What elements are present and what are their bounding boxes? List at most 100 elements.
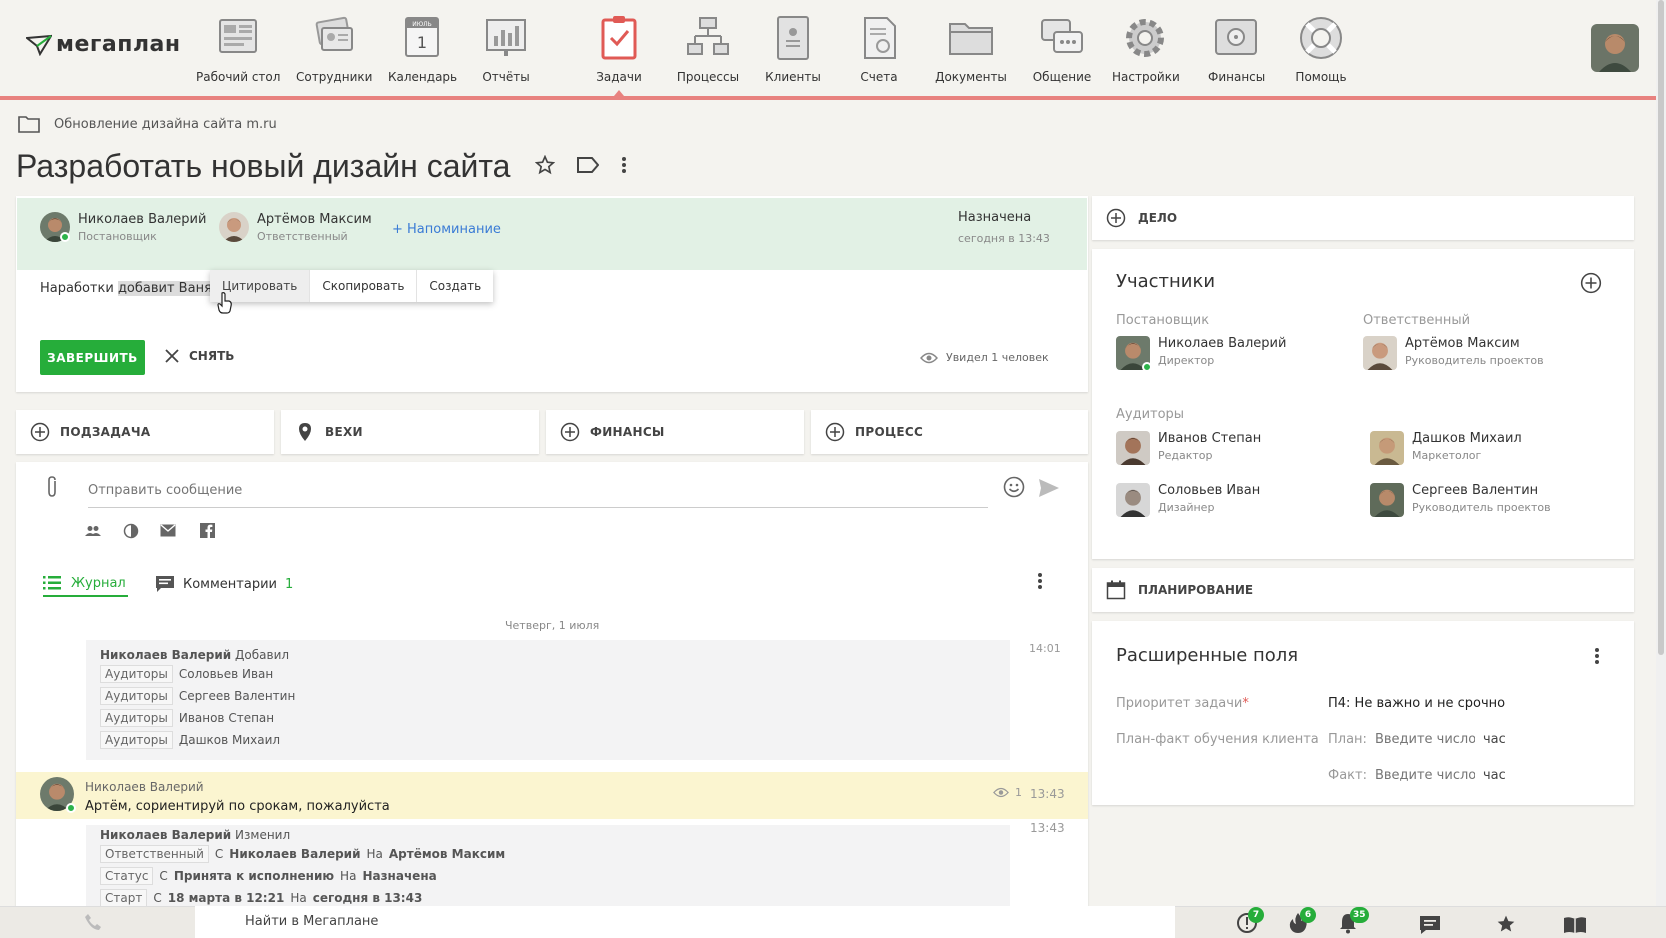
- nav-label: Календарь: [388, 70, 458, 84]
- facebook-icon[interactable]: [200, 523, 215, 538]
- scrollbar-thumb[interactable]: [1658, 0, 1664, 655]
- nav-clients[interactable]: Клиенты: [763, 14, 823, 84]
- group-icon[interactable]: [85, 525, 101, 537]
- nav-label: Задачи: [596, 70, 642, 84]
- messages-icon[interactable]: [1419, 915, 1441, 935]
- fact-input[interactable]: [1374, 768, 1475, 783]
- comment-text: Артём, сориентируй по срокам, пожалуйста: [85, 799, 390, 814]
- remove-task-button[interactable]: СНЯТЬ: [165, 349, 234, 363]
- finance-tile[interactable]: ФИНАНСЫ: [546, 410, 804, 454]
- comment-time: 13:43: [1030, 787, 1065, 802]
- process-tile[interactable]: ПРОЦЕСС: [811, 410, 1088, 454]
- entry-author[interactable]: Николаев Валерий: [100, 828, 231, 842]
- setter-label: Постановщик: [1116, 313, 1210, 328]
- nav-documents[interactable]: Документы: [935, 14, 1007, 84]
- logo[interactable]: мегаплан: [26, 32, 181, 57]
- calendar-month: ИЮЛЬ: [412, 21, 432, 28]
- user-avatar[interactable]: [1591, 24, 1639, 72]
- plan-input[interactable]: [1374, 732, 1475, 747]
- nav-invoices[interactable]: Счета: [853, 14, 905, 84]
- favorites-star-icon[interactable]: [1496, 914, 1516, 934]
- auditor[interactable]: Сергеев Валентин Руководитель проектов: [1370, 483, 1551, 517]
- person-role: Постановщик: [78, 230, 157, 243]
- nav-desktop[interactable]: Рабочий стол: [196, 14, 280, 84]
- notifications-button[interactable]: 35: [1338, 907, 1369, 934]
- star-icon[interactable]: [535, 155, 555, 175]
- breadcrumb-project[interactable]: Обновление дизайна сайта m.ru: [54, 117, 277, 132]
- message-input[interactable]: [88, 474, 988, 508]
- close-icon: [165, 349, 179, 363]
- nav-reports[interactable]: Отчёты: [476, 14, 536, 84]
- nav-processes[interactable]: Процессы: [675, 14, 741, 84]
- reports-icon: [486, 19, 526, 56]
- contrast-icon[interactable]: [123, 523, 139, 539]
- seen-counter[interactable]: Увидел 1 человек: [920, 351, 1049, 364]
- fact-row: Факт: час: [1328, 768, 1506, 783]
- auditor[interactable]: Соловьев Иван Дизайнер: [1116, 483, 1260, 517]
- email-icon[interactable]: [160, 524, 176, 537]
- nav-finance[interactable]: Финансы: [1208, 14, 1265, 84]
- entry-line: Старт С 18 марта в 12:21 На сегодня в 13:43: [100, 887, 505, 906]
- more-vertical-icon[interactable]: [1037, 572, 1043, 590]
- paperclip-icon[interactable]: [44, 476, 60, 498]
- list-icon: [43, 576, 61, 590]
- from-word: С: [214, 847, 224, 861]
- global-search[interactable]: Найти в Мегаплане: [195, 906, 1175, 938]
- auditor[interactable]: Иванов Степан Редактор: [1116, 431, 1261, 465]
- tab-journal[interactable]: Журнал: [43, 571, 128, 597]
- nav-settings[interactable]: Настройки: [1112, 14, 1180, 84]
- nav-chat[interactable]: Общение: [1031, 14, 1093, 84]
- comment-author[interactable]: Николаев Валерий: [85, 780, 204, 794]
- add-reminder-link[interactable]: + Напоминание: [392, 222, 501, 237]
- add-participant-icon[interactable]: [1580, 272, 1602, 294]
- avatar: [1370, 483, 1404, 517]
- copy-menu-item[interactable]: Скопировать: [309, 270, 416, 302]
- active-tab-marker: [614, 90, 624, 96]
- field-tag: Аудиторы: [100, 687, 173, 705]
- entry-line: Аудиторы Иванов Степан: [100, 707, 295, 729]
- task-responsible[interactable]: Артёмов Максим Ответственный: [219, 212, 372, 243]
- new-value: Артёмов Максим: [388, 847, 506, 861]
- calendar-icon: ИЮЛЬ 1: [405, 17, 439, 57]
- desktop-icon: [219, 19, 257, 53]
- hot-button[interactable]: 6: [1288, 907, 1316, 934]
- entry-author[interactable]: Николаев Валерий: [100, 648, 231, 662]
- book-icon[interactable]: [1563, 916, 1587, 934]
- subtask-tile[interactable]: ПОДЗАДАЧА: [16, 410, 274, 454]
- milestones-tile[interactable]: ВЕХИ: [281, 410, 539, 454]
- phone-icon[interactable]: [84, 913, 102, 931]
- nav-employees[interactable]: Сотрудники: [296, 14, 372, 84]
- person-name: Иванов Степан: [1158, 431, 1262, 446]
- breadcrumb[interactable]: Обновление дизайна сайта m.ru: [18, 115, 277, 133]
- emoji-icon[interactable]: [1003, 476, 1025, 498]
- tab-label: Комментарии: [183, 576, 277, 592]
- more-vertical-icon[interactable]: [1594, 647, 1600, 665]
- planning-panel[interactable]: ПЛАНИРОВАНИЕ: [1092, 568, 1634, 612]
- alerts-button[interactable]: 7: [1236, 907, 1264, 934]
- auditor[interactable]: Дашков Михаил Маркетолог: [1370, 431, 1522, 465]
- participant-setter[interactable]: Николаев Валерий Директор: [1116, 336, 1287, 372]
- task-description[interactable]: Наработки добавит Ваня: [40, 281, 212, 296]
- nav-calendar[interactable]: ИЮЛЬ 1 Календарь: [388, 14, 458, 84]
- priority-value[interactable]: П4: Не важно и не срочно: [1328, 696, 1505, 711]
- views-count: 1: [1015, 786, 1022, 799]
- complete-task-button[interactable]: ЗАВЕРШИТЬ: [40, 340, 145, 375]
- person-name: Николаев Валерий: [1158, 336, 1287, 351]
- from-word: С: [159, 869, 168, 883]
- field-tag: Аудиторы: [100, 731, 173, 749]
- comment-avatar[interactable]: [40, 777, 76, 813]
- task-setter[interactable]: Николаев Валерий Постановщик: [40, 212, 206, 243]
- tab-comments[interactable]: Комментарии 1: [155, 571, 293, 597]
- nav-help[interactable]: Помощь: [1292, 14, 1350, 84]
- create-menu-item[interactable]: Создать: [416, 270, 493, 302]
- nav-tasks[interactable]: Задачи: [590, 14, 648, 96]
- send-icon[interactable]: [1038, 478, 1060, 498]
- field-tag: Старт: [100, 889, 148, 906]
- more-vertical-icon[interactable]: [621, 156, 627, 174]
- auditors-label: Аудиторы: [1116, 407, 1185, 422]
- location-pin-icon: [299, 423, 311, 441]
- tag-icon[interactable]: [577, 157, 599, 173]
- participant-responsible[interactable]: Артёмов Максим Руководитель проектов: [1363, 336, 1544, 370]
- add-deal-panel[interactable]: ДЕЛО: [1092, 196, 1634, 240]
- plus-circle-icon: [30, 422, 50, 442]
